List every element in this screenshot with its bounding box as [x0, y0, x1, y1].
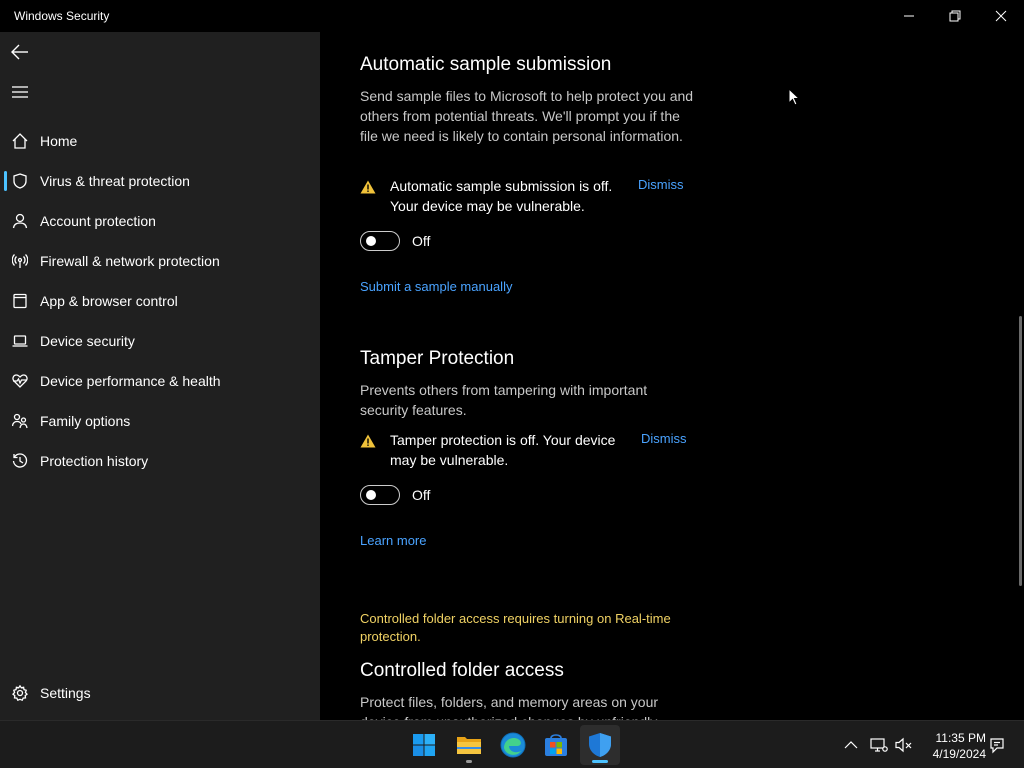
tamper-protection-toggle[interactable] [360, 485, 400, 505]
taskbar: 11:35 PM 4/19/2024 [0, 720, 1024, 768]
close-icon [995, 10, 1007, 22]
realtime-protection-notice: Controlled folder access requires turnin… [360, 611, 671, 644]
restore-icon [949, 10, 961, 22]
app-window-icon [4, 283, 36, 319]
warning-icon [360, 180, 376, 199]
volume-muted-icon [895, 737, 912, 753]
sidebar-item-device-security[interactable]: Device security [4, 323, 316, 359]
hamburger-menu-button[interactable] [0, 72, 40, 112]
sidebar-item-settings[interactable]: Settings [4, 675, 316, 711]
windows-security-icon [589, 733, 611, 757]
dismiss-link[interactable]: Dismiss [641, 431, 687, 446]
taskbar-store[interactable] [536, 725, 576, 765]
sidebar-item-app-browser-control[interactable]: App & browser control [4, 283, 316, 319]
sidebar-item-label: Virus & threat protection [40, 173, 190, 189]
windows-start-icon [413, 734, 435, 756]
sidebar-item-family-options[interactable]: Family options [4, 403, 316, 439]
active-indicator [592, 760, 608, 763]
sidebar-item-label: Device performance & health [40, 373, 221, 389]
toggle-state-label: Off [412, 233, 431, 249]
close-button[interactable] [978, 0, 1024, 32]
section-title-tamper-protection: Tamper Protection [360, 348, 515, 369]
start-button[interactable] [404, 725, 444, 765]
window-title: Windows Security [14, 9, 110, 23]
sidebar-item-label: Home [40, 133, 78, 149]
sidebar-item-firewall[interactable]: Firewall & network protection [4, 243, 316, 279]
clock-time: 11:35 PM [935, 731, 986, 745]
sidebar-item-account-protection[interactable]: Account protection [4, 203, 316, 239]
clock-date: 4/19/2024 [932, 747, 986, 761]
sidebar-item-device-performance[interactable]: Device performance & health [4, 363, 316, 399]
warning-icon [360, 434, 376, 453]
sidebar: Home Virus & threat protection Account p… [0, 32, 320, 720]
person-icon [4, 203, 36, 239]
heart-pulse-icon [4, 363, 36, 399]
scrollbar-thumb[interactable] [1019, 316, 1022, 586]
laptop-icon [4, 323, 36, 359]
taskbar-clock[interactable]: 11:35 PM 4/19/2024 [922, 730, 986, 762]
taskbar-file-explorer[interactable] [449, 725, 489, 765]
sidebar-item-label: Settings [40, 685, 91, 701]
toggle-state-label: Off [412, 487, 431, 503]
mouse-cursor-icon [788, 87, 801, 111]
sidebar-item-protection-history[interactable]: Protection history [4, 443, 316, 479]
notifications-button[interactable] [987, 735, 1007, 755]
sample-submission-toggle[interactable] [360, 231, 400, 251]
notification-icon [990, 738, 1004, 754]
show-hidden-icons-button[interactable] [841, 735, 861, 755]
network-status-button[interactable] [869, 735, 889, 755]
edge-icon [500, 732, 526, 758]
title-bar: Windows Security [0, 0, 1024, 32]
hamburger-icon [12, 86, 28, 98]
minimize-icon [904, 15, 914, 17]
chevron-up-icon [844, 741, 858, 749]
minimize-button[interactable] [886, 0, 932, 32]
warning-text: Tamper protection is off. Your device ma… [390, 432, 616, 468]
sidebar-item-label: Protection history [40, 453, 149, 469]
taskbar-windows-security[interactable] [580, 725, 620, 765]
home-icon [4, 123, 36, 159]
restore-button[interactable] [932, 0, 978, 32]
sidebar-item-home[interactable]: Home [4, 123, 316, 159]
dismiss-link[interactable]: Dismiss [638, 177, 684, 192]
shield-icon [4, 163, 36, 199]
network-icon [870, 738, 888, 752]
section-description: Prevents others from tampering with impo… [360, 382, 648, 418]
submit-sample-link[interactable]: Submit a sample manually [360, 279, 512, 294]
sidebar-item-label: Account protection [40, 213, 156, 229]
sidebar-item-virus-threat-protection[interactable]: Virus & threat protection [4, 163, 316, 199]
main-content: Automatic sample submission Send sample … [320, 32, 1024, 720]
back-arrow-icon [11, 44, 28, 60]
file-explorer-icon [457, 737, 481, 754]
learn-more-link[interactable]: Learn more [360, 533, 426, 548]
back-button[interactable] [0, 32, 40, 72]
sidebar-item-label: Device security [40, 333, 135, 349]
family-icon [4, 403, 36, 439]
section-title-controlled-folder-access: Controlled folder access [360, 660, 564, 681]
store-icon [545, 734, 567, 756]
warning-text: Automatic sample submission is off. Your… [390, 178, 613, 214]
sidebar-item-label: App & browser control [40, 293, 178, 309]
running-indicator [466, 760, 472, 763]
sidebar-item-label: Firewall & network protection [40, 253, 220, 269]
gear-icon [4, 675, 36, 711]
volume-button[interactable] [894, 735, 914, 755]
history-icon [4, 443, 36, 479]
taskbar-edge[interactable] [493, 725, 533, 765]
section-description: Send sample files to Microsoft to help p… [360, 88, 694, 144]
antenna-icon [4, 243, 36, 279]
section-title-sample-submission: Automatic sample submission [360, 54, 612, 75]
sidebar-item-label: Family options [40, 413, 131, 429]
section-description: Protect files, folders, and memory areas… [360, 694, 659, 720]
